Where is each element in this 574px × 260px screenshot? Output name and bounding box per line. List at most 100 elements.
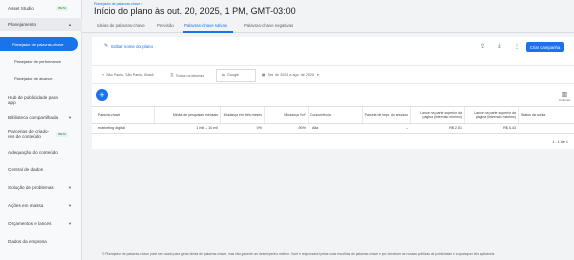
header-competition[interactable]: Concorrência [310, 109, 360, 123]
sidebar-item-label: Orçamentos e lances [8, 220, 52, 226]
cell-ad-impression-share: – [405, 126, 408, 130]
table-header: Palavra-chave Média de pesquisas mensais… [92, 106, 574, 125]
table-row[interactable]: marketing digital 1 mil – 10 mil 0% -90%… [92, 124, 574, 134]
plus-icon: + [99, 89, 105, 100]
sidebar-item-label: Planejador de performance [14, 58, 61, 64]
header-avg-searches[interactable]: Média de pesquisas mensais [156, 109, 218, 123]
column-divider [220, 107, 221, 125]
sidebar-item-troubleshooting[interactable]: Solução de problemas ▼ [0, 182, 82, 192]
column-divider [410, 107, 411, 125]
location-pin-icon: ⌖ [102, 73, 105, 77]
date-range-label: Set. de 2024 a ago. de 2025 [267, 73, 315, 77]
chevron-up-icon: ▲ [68, 22, 72, 27]
create-campaign-button[interactable]: Criar campanha [526, 42, 564, 52]
sidebar-item-label: Adequação do conteúdo [8, 149, 58, 155]
chevron-down-icon: ▼ [68, 220, 72, 226]
sidebar-item-budgets-bids[interactable]: Orçamentos e lances ▼ [0, 218, 82, 228]
active-tab-indicator [183, 31, 233, 33]
share-icon[interactable]: ⇪ [480, 43, 485, 50]
cell-avg-searches: 1 mil – 10 mil [196, 126, 218, 130]
sidebar-item-label: Planejador de palavras-chave [12, 41, 64, 47]
header-account-status[interactable]: Status da conta [521, 109, 561, 123]
column-divider [308, 107, 309, 125]
sidebar-item-label: Planejamento [8, 22, 37, 27]
pencil-icon: ✎ [104, 43, 109, 49]
sidebar-item-creator-partnerships[interactable]: Parcerias de criado-res de conteúdo BETA [0, 127, 82, 141]
sidebar-item-business-data[interactable]: Dados da empresa [0, 236, 82, 246]
sidebar-item-shared-library[interactable]: Biblioteca compartilhada ▼ [0, 112, 82, 122]
columns-label: Colunas [558, 98, 570, 102]
sidebar-section-planning[interactable]: Planejamento ▲ [0, 18, 82, 31]
location-filter-label: São Paulo, São Paulo, Brasil [106, 73, 154, 77]
tab-forecast[interactable]: Previsão [157, 23, 174, 28]
cell-competition: Alta [312, 126, 319, 130]
plan-card: ✎ Editar nome do plano ⇪ ⤓ ⋮ Criar campa… [92, 37, 574, 149]
page-title: Início do plano às out. 20, 2025, 1 PM, … [94, 6, 296, 16]
sidebar-item-label: Hub de publicidade para app [8, 94, 58, 106]
tab-negative-keywords[interactable]: Palavras-chave negativas [244, 23, 293, 28]
footer-disclaimer: © Planejador de palavras-chave pode ser … [102, 252, 496, 256]
tab-keyword-ideas[interactable]: Ideias de palavras-chave [97, 23, 145, 28]
column-divider [464, 107, 465, 125]
header-yoy-change[interactable]: Mudança YoY [266, 109, 306, 123]
sidebar-item-app-ads-hub[interactable]: Hub de publicidade para app [0, 93, 82, 107]
main-content: Planejador de palavras-chave › Início do… [82, 0, 574, 260]
location-filter[interactable]: ⌖ São Paulo, São Paulo, Brasil [102, 73, 153, 77]
column-divider [154, 107, 155, 125]
cell-three-month-change: 0% [256, 126, 262, 130]
columns-icon: ▥ [561, 92, 568, 98]
filter-bar: ⌖ São Paulo, São Paulo, Brasil 文 Todos o… [92, 65, 574, 84]
column-divider [518, 107, 519, 125]
pagination: 1 - 1 de 1 [552, 140, 568, 144]
edit-plan-label: Editar nome do plano [111, 43, 153, 49]
sidebar-item-data-manager[interactable]: Central de dados [0, 164, 82, 174]
sidebar: Asset Studio BETA Planejamento ▲ Planeja… [0, 0, 82, 260]
sidebar-item-label: Solução de problemas [8, 184, 54, 190]
sidebar-item-label: Central de dados [8, 166, 43, 172]
sidebar-item-reach-planner[interactable]: Planejador de alcance [4, 73, 78, 83]
beta-badge: BETA [56, 5, 68, 11]
cell-bid-low: R$ 2,51 [449, 126, 462, 130]
calendar-icon: ▦ [262, 73, 266, 77]
sidebar-item-asset-studio[interactable]: Asset Studio BETA [0, 3, 82, 13]
sidebar-item-label: Planejador de alcance [14, 75, 53, 81]
chevron-down-icon: ▼ [68, 202, 72, 208]
edit-plan-name-button[interactable]: ✎ Editar nome do plano [104, 43, 153, 49]
sidebar-item-label: Biblioteca compartilhada [8, 114, 59, 120]
sidebar-item-label: Ações em massa [8, 202, 44, 208]
header-keyword[interactable]: Palavra-chave [98, 109, 153, 123]
sidebar-item-label: Dados da empresa [8, 238, 47, 244]
column-divider [264, 107, 265, 125]
date-range-filter[interactable]: ▦ Set. de 2024 a ago. de 2025 ▾ [262, 73, 319, 77]
add-keywords-button[interactable]: + [96, 89, 108, 101]
beta-badge: BETA [56, 131, 68, 137]
columns-button[interactable]: ▥ Colunas [559, 91, 570, 102]
sidebar-item-label: Asset Studio [8, 5, 34, 11]
header-bid-low[interactable]: Lance na parte superior da página (inter… [412, 109, 462, 123]
sidebar-item-bulk-actions[interactable]: Ações em massa ▼ [0, 200, 82, 210]
network-filter-label: Google [227, 73, 239, 77]
chevron-down-icon: ▼ [68, 114, 72, 120]
tab-saved-keywords[interactable]: Palavras-chave salvas [184, 23, 227, 28]
header-three-month-change[interactable]: Mudança em três meses [222, 109, 262, 123]
sidebar-item-content-suitability[interactable]: Adequação do conteúdo [0, 147, 82, 157]
tab-bar: Ideias de palavras-chave Previsão Palavr… [82, 20, 574, 33]
sidebar-item-performance-planner[interactable]: Planejador de performance [4, 56, 78, 66]
header-bid-high[interactable]: Lance na parte superior da página (inter… [466, 109, 516, 123]
chevron-down-icon: ▼ [68, 184, 72, 190]
header-ad-impression-share[interactable]: Parcela de impr. do anúncio [364, 109, 408, 123]
language-filter[interactable]: 文 Todos os idiomas [170, 73, 204, 78]
network-filter[interactable]: ⇋ Google [222, 73, 239, 77]
translate-icon: 文 [170, 73, 174, 77]
more-vert-icon[interactable]: ⋮ [514, 43, 520, 50]
dropdown-arrow-icon: ▾ [317, 73, 319, 77]
language-filter-label: Todos os idiomas [175, 73, 205, 78]
cell-yoy-change: -90% [297, 126, 306, 130]
sidebar-item-label: Parcerias de criado-res de conteúdo [8, 128, 50, 140]
sidebar-item-keyword-planner[interactable]: Planejador de palavras-chave [0, 37, 78, 51]
column-divider [362, 107, 363, 125]
download-icon[interactable]: ⤓ [498, 43, 501, 50]
network-icon: ⇋ [222, 73, 226, 77]
cell-bid-high: R$ 5,43 [503, 126, 516, 130]
cell-keyword[interactable]: marketing digital [98, 126, 125, 130]
